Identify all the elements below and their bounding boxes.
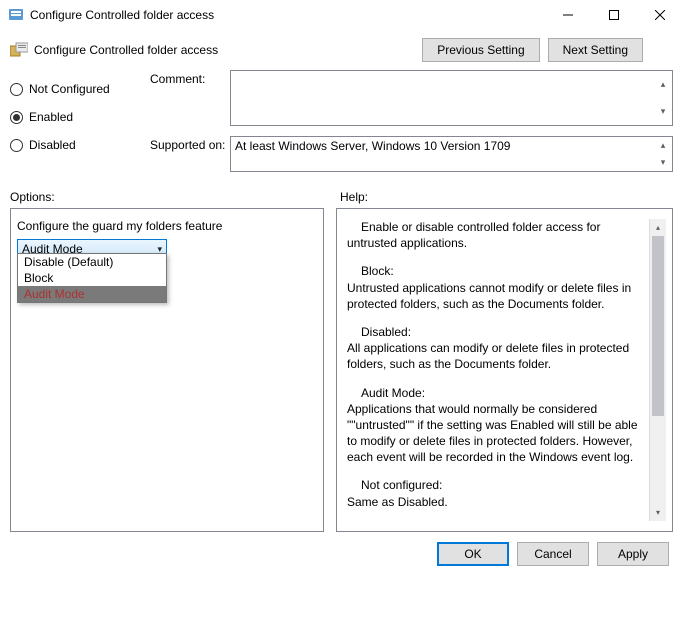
- dropdown-item-audit-mode[interactable]: Audit Mode: [18, 286, 166, 302]
- supported-value: At least Windows Server, Windows 10 Vers…: [231, 137, 654, 171]
- help-scrollbar[interactable]: ▴ ▾: [649, 219, 666, 521]
- maximize-button[interactable]: [591, 0, 637, 30]
- guard-folders-label: Configure the guard my folders feature: [17, 219, 317, 233]
- scrollbar-thumb[interactable]: [652, 236, 664, 416]
- help-disabled-heading: Disabled:: [347, 324, 645, 340]
- supported-scroll[interactable]: ▴ ▾: [654, 137, 672, 171]
- dropdown-item-block[interactable]: Block: [18, 270, 166, 286]
- scroll-up-icon[interactable]: ▴: [650, 219, 666, 236]
- app-icon: [8, 7, 24, 23]
- radio-icon: [10, 111, 23, 124]
- help-block-text: Untrusted applications cannot modify or …: [347, 281, 631, 311]
- comment-value: [231, 71, 654, 125]
- scroll-up-icon[interactable]: ▴: [654, 71, 672, 98]
- radio-icon: [10, 139, 23, 152]
- comment-textarea[interactable]: ▴ ▾: [230, 70, 673, 126]
- header: Configure Controlled folder access Previ…: [0, 30, 683, 66]
- scrollbar-track[interactable]: [650, 236, 666, 504]
- radio-disabled[interactable]: Disabled: [10, 138, 150, 152]
- next-setting-button[interactable]: Next Setting: [548, 38, 643, 62]
- help-nc-text: Same as Disabled.: [347, 495, 448, 509]
- scroll-down-icon[interactable]: ▾: [650, 504, 666, 521]
- radio-enabled[interactable]: Enabled: [10, 110, 150, 124]
- help-audit-heading: Audit Mode:: [347, 385, 645, 401]
- ok-button[interactable]: OK: [437, 542, 509, 566]
- help-audit-text: Applications that would normally be cons…: [347, 402, 638, 465]
- help-intro: Enable or disable controlled folder acce…: [347, 219, 645, 251]
- minimize-button[interactable]: [545, 0, 591, 30]
- guard-folders-dropdown[interactable]: Disable (Default) Block Audit Mode: [17, 253, 167, 303]
- state-radio-group: Not Configured Enabled Disabled: [10, 70, 150, 182]
- previous-setting-button[interactable]: Previous Setting: [422, 38, 539, 62]
- header-title: Configure Controlled folder access: [34, 43, 422, 57]
- comment-label: Comment:: [150, 70, 230, 126]
- radio-label: Not Configured: [29, 82, 110, 96]
- scroll-down-icon[interactable]: ▾: [654, 154, 672, 171]
- options-panel: Configure the guard my folders feature A…: [10, 208, 324, 532]
- apply-button[interactable]: Apply: [597, 542, 669, 566]
- radio-label: Enabled: [29, 110, 73, 124]
- help-nc-heading: Not configured:: [347, 477, 645, 493]
- help-text: Enable or disable controlled folder acce…: [347, 219, 649, 521]
- scroll-down-icon[interactable]: ▾: [654, 98, 672, 125]
- supported-on-box: At least Windows Server, Windows 10 Vers…: [230, 136, 673, 172]
- help-disabled-text: All applications can modify or delete fi…: [347, 341, 629, 371]
- radio-not-configured[interactable]: Not Configured: [10, 82, 150, 96]
- window-title: Configure Controlled folder access: [30, 8, 545, 22]
- policy-icon: [10, 42, 28, 58]
- dialog-footer: OK Cancel Apply: [0, 532, 683, 566]
- radio-icon: [10, 83, 23, 96]
- scroll-up-icon[interactable]: ▴: [654, 137, 672, 154]
- cancel-button[interactable]: Cancel: [517, 542, 589, 566]
- help-panel: Enable or disable controlled folder acce…: [336, 208, 673, 532]
- close-button[interactable]: [637, 0, 683, 30]
- options-section-label: Options:: [10, 190, 330, 204]
- help-block-heading: Block:: [347, 263, 645, 279]
- comment-scroll[interactable]: ▴ ▾: [654, 71, 672, 125]
- help-section-label: Help:: [330, 190, 673, 204]
- dropdown-item-disable[interactable]: Disable (Default): [18, 254, 166, 270]
- titlebar: Configure Controlled folder access: [0, 0, 683, 30]
- radio-label: Disabled: [29, 138, 76, 152]
- supported-label: Supported on:: [150, 136, 230, 172]
